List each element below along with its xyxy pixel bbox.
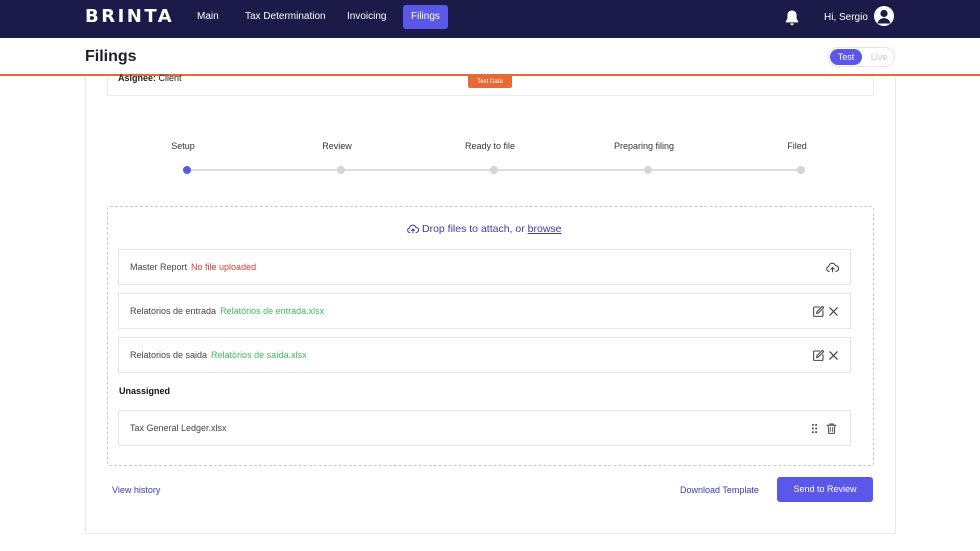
file-status-uploaded[interactable]: Relatórios de saída.xlsx [211, 350, 307, 360]
page-title: Filings [85, 48, 137, 65]
dropzone-prompt-text: Drop files to attach, or [422, 223, 525, 235]
bell-icon[interactable] [784, 9, 800, 27]
step-dot-ready-to-file [490, 166, 498, 174]
step-label-review: Review [322, 141, 352, 151]
file-row-label: Relatorios de saida Relatórios de saída.x… [130, 349, 307, 361]
step-label-filed: Filed [787, 141, 807, 151]
step-dot-filed [797, 166, 805, 174]
unassigned-file-name: Tax General Ledger.xlsx [130, 423, 227, 433]
step-label-setup: Setup [171, 141, 195, 151]
browse-link[interactable]: browse [528, 223, 562, 235]
step-dot-setup [183, 166, 191, 174]
edit-icon[interactable] [812, 305, 825, 318]
user-avatar-icon[interactable] [874, 6, 894, 26]
file-row-label: Relatorios de entrada Relatórios de entra… [130, 305, 324, 317]
edit-icon[interactable] [812, 349, 825, 362]
top-navigation-bar: BRINTA Main Tax Determination Invoicing … [0, 0, 980, 38]
nav-item-filings[interactable]: Filings [403, 5, 448, 29]
dropzone-prompt: Drop files to attach, or browse [407, 222, 562, 236]
step-dot-preparing-filing [644, 166, 652, 174]
cloud-upload-icon[interactable] [826, 261, 839, 274]
nav-item-tax-determination[interactable]: Tax Determination [237, 5, 334, 29]
close-icon[interactable] [827, 349, 840, 362]
close-icon[interactable] [827, 305, 840, 318]
test-data-badge: Test Data [468, 76, 512, 88]
nav-item-invoicing[interactable]: Invoicing [339, 5, 394, 29]
file-slot-name: Relatorios de entrada [130, 306, 217, 316]
mode-test-option[interactable]: Test [830, 49, 862, 65]
step-label-ready-to-file: Ready to file [464, 141, 516, 151]
file-row-label: Master Report No file uploaded [130, 261, 256, 273]
file-slot-name: Relatorios de saida [130, 350, 208, 360]
trash-icon[interactable] [825, 422, 838, 435]
page-header: Filings Test Live [0, 38, 980, 76]
file-row-relatorios-entrada: Relatorios de entrada Relatórios de entra… [118, 293, 851, 329]
nav-item-main[interactable]: Main [189, 5, 227, 29]
file-slot-name: Master Report [130, 262, 188, 272]
brinta-logo[interactable]: BRINTA [85, 6, 174, 28]
assignee-info: Asignee: Client [118, 72, 182, 84]
file-status-uploaded[interactable]: Relatórios de entrada.xlsx [220, 306, 324, 316]
mode-toggle[interactable]: Test Live [828, 47, 895, 67]
send-to-review-button[interactable]: Send to Review [777, 477, 873, 502]
assignee-label: Asignee: [118, 73, 157, 83]
view-history-link[interactable]: View history [112, 484, 160, 496]
file-status-missing: No file uploaded [191, 262, 257, 272]
file-row-relatorios-saida: Relatorios de saida Relatórios de saída.x… [118, 337, 851, 373]
unassigned-heading: Unassigned [119, 386, 171, 396]
download-template-link[interactable]: Download Template [680, 484, 759, 496]
drag-handle-icon[interactable] [808, 422, 821, 435]
cloud-upload-icon [407, 224, 419, 234]
user-greeting: Hi, Sergio [824, 12, 868, 23]
file-row-unassigned: Tax General Ledger.xlsx [118, 410, 851, 446]
mode-live-option[interactable]: Live [865, 49, 893, 65]
step-label-preparing-filing: Preparing filing [613, 141, 675, 151]
file-row-master-report: Master Report No file uploaded [118, 249, 851, 285]
assignee-value: Client [158, 73, 182, 83]
step-dot-review [337, 166, 345, 174]
